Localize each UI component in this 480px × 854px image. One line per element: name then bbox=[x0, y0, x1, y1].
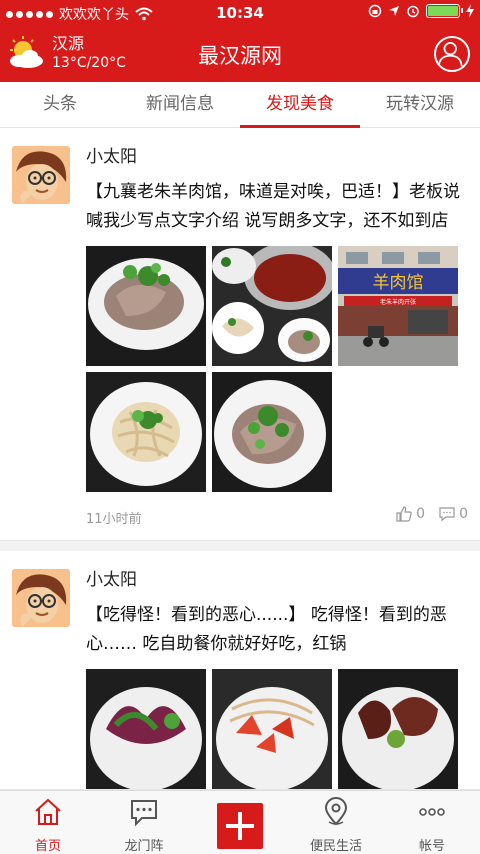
nav-forum-label: 龙门阵 bbox=[124, 839, 164, 854]
nav-services[interactable]: 便民生活 bbox=[288, 791, 384, 854]
location-arrow-icon bbox=[389, 6, 399, 16]
author-name[interactable]: 小太阳 bbox=[86, 144, 468, 170]
battery-icon bbox=[426, 4, 463, 18]
like-count: 0 bbox=[416, 506, 426, 522]
page-title: 最汉源网 bbox=[198, 44, 282, 68]
author-name[interactable]: 小太阳 bbox=[86, 567, 468, 593]
post-card[interactable]: 小太阳 【吃得怪！看到的恶心......】 吃得怪！看到的恶心…… 吃自助餐你就… bbox=[0, 541, 480, 790]
comment-count: 0 bbox=[459, 506, 468, 522]
hot-pot-image[interactable] bbox=[212, 246, 332, 366]
tab-headlines[interactable]: 头条 bbox=[0, 82, 120, 127]
storefront-sign-text: 羊肉馆 bbox=[373, 273, 424, 293]
avatar-cartoon-image bbox=[12, 146, 70, 204]
like-button[interactable]: 0 bbox=[396, 506, 425, 522]
sliced-mutton-image[interactable] bbox=[86, 246, 206, 366]
post-text[interactable]: 【九襄老朱羊肉馆，味道是对唉，巴适！】老板说喊我少写点文字介绍 说写朗多文字，还… bbox=[86, 178, 468, 236]
post-card[interactable]: 小太阳 【九襄老朱羊肉馆，味道是对唉，巴适！】老板说喊我少写点文字介绍 说写朗多… bbox=[0, 128, 480, 541]
nav-add-post[interactable] bbox=[192, 791, 288, 854]
nav-home-label: 首页 bbox=[34, 839, 61, 854]
plus-icon bbox=[217, 803, 263, 849]
user-profile-button[interactable] bbox=[434, 36, 470, 72]
post-feed[interactable]: 小太阳 【九襄老朱羊肉馆，味道是对唉，巴适！】老板说喊我少写点文字介绍 说写朗多… bbox=[0, 128, 480, 790]
noodles-image[interactable] bbox=[86, 372, 206, 492]
tab-food[interactable]: 发现美食 bbox=[240, 82, 360, 128]
bottom-navigation: 首页 龙门阵 便民生活 帐号 bbox=[0, 790, 480, 854]
post-time: 11小时前 bbox=[86, 512, 142, 527]
post-meta: 11小时前 0 0 bbox=[86, 494, 468, 540]
image-grid bbox=[86, 669, 468, 789]
mutton-plate-image[interactable] bbox=[212, 372, 332, 492]
user-icon bbox=[437, 42, 463, 67]
vegetable-dish-image[interactable] bbox=[86, 669, 206, 789]
nav-home[interactable]: 首页 bbox=[0, 791, 96, 854]
category-tabs: 头条 新闻信息 发现美食 玩转汉源 bbox=[0, 82, 480, 128]
nav-account[interactable]: 帐号 bbox=[384, 791, 480, 854]
charging-icon bbox=[466, 4, 474, 18]
post-text[interactable]: 【吃得怪！看到的恶心......】 吃得怪！看到的恶心…… 吃自助餐你就好好吃，… bbox=[86, 601, 468, 659]
location-pin-icon bbox=[324, 797, 348, 826]
storefront-banner-text: 老朱羊肉开张 bbox=[380, 298, 416, 306]
alarm-icon bbox=[407, 5, 419, 18]
tab-news[interactable]: 新闻信息 bbox=[120, 82, 240, 127]
chat-bubble-icon bbox=[131, 800, 157, 827]
post-body: 小太阳 【九襄老朱羊肉馆，味道是对唉，巴适！】老板说喊我少写点文字介绍 说写朗多… bbox=[86, 128, 480, 540]
tab-explore[interactable]: 玩转汉源 bbox=[360, 82, 480, 127]
image-grid: 羊肉馆 老朱羊肉开张 bbox=[86, 246, 468, 492]
tomato-dish-image[interactable] bbox=[212, 669, 332, 789]
more-dots-icon bbox=[419, 808, 445, 816]
avatar[interactable] bbox=[12, 146, 70, 204]
thumbs-up-icon bbox=[396, 506, 412, 522]
app-screen: 欢欢欢丫头 10:34 汉源 13°C/20°C 最汉源网 头条 新闻信息 发现… bbox=[0, 0, 480, 854]
post-body: 小太阳 【吃得怪！看到的恶心......】 吃得怪！看到的恶心…… 吃自助餐你就… bbox=[86, 551, 480, 789]
rotation-lock-icon bbox=[368, 4, 382, 18]
home-icon bbox=[35, 798, 61, 825]
post-stats: 0 0 bbox=[396, 506, 468, 522]
avatar[interactable] bbox=[12, 569, 70, 627]
avatar-cartoon-image bbox=[12, 569, 70, 627]
nav-services-label: 便民生活 bbox=[309, 839, 362, 854]
nav-account-label: 帐号 bbox=[418, 839, 445, 854]
comment-icon bbox=[439, 507, 455, 522]
restaurant-storefront-image[interactable]: 羊肉馆 老朱羊肉开张 bbox=[338, 246, 458, 366]
status-bar: 欢欢欢丫头 10:34 bbox=[0, 0, 480, 26]
app-header: 汉源 13°C/20°C 最汉源网 bbox=[0, 26, 480, 82]
status-right bbox=[368, 4, 474, 18]
comment-button[interactable]: 0 bbox=[439, 506, 468, 522]
nav-forum[interactable]: 龙门阵 bbox=[96, 791, 192, 854]
meat-dish-image[interactable] bbox=[338, 669, 458, 789]
